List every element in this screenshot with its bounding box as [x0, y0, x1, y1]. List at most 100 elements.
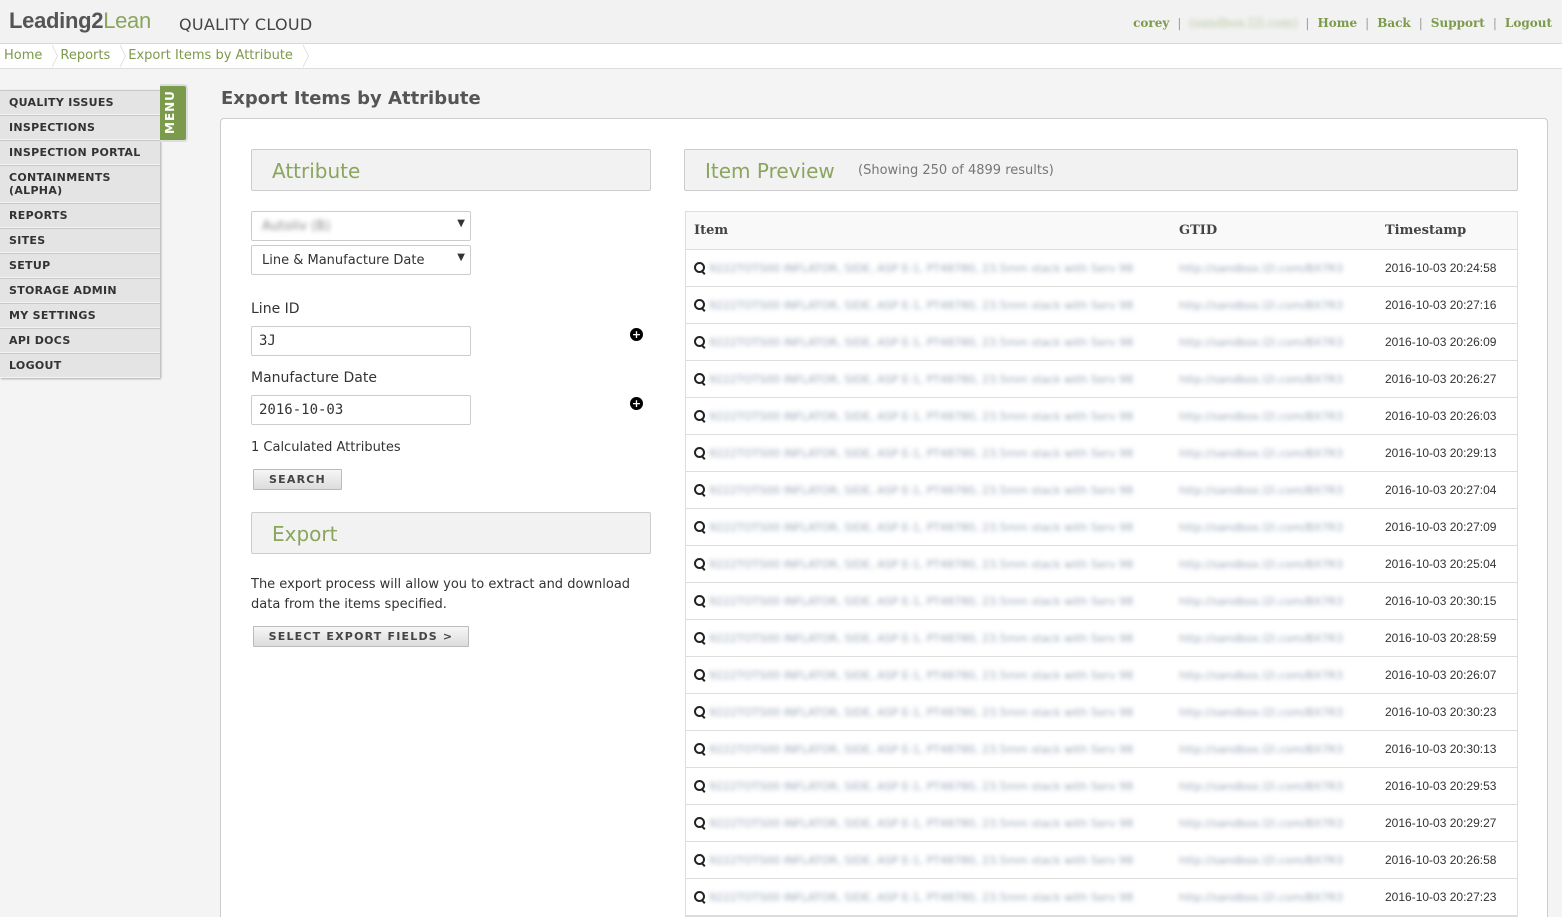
view-item-search-icon[interactable] — [694, 743, 706, 755]
support-link[interactable]: Support — [1431, 16, 1485, 30]
view-item-search-icon[interactable] — [694, 484, 706, 496]
gtid-link[interactable]: http://sandbox.l2l.com/BX7R3 — [1179, 632, 1343, 645]
gtid-link[interactable]: http://sandbox.l2l.com/BX7R3 — [1179, 336, 1343, 349]
gtid-link[interactable]: http://sandbox.l2l.com/BX7R3 — [1179, 854, 1343, 867]
timestamp-cell: 2016-10-03 20:25:04 — [1377, 545, 1517, 583]
manufacture-date-input[interactable]: 2016-10-03 — [251, 395, 471, 425]
table-row[interactable]: 9222TOTS00 INFLATOR, SIDE, ASP E-1, PT48… — [686, 323, 1517, 361]
view-item-search-icon[interactable] — [694, 336, 706, 348]
item-cell: 9222TOTS00 INFLATOR, SIDE, ASP E-1, PT48… — [686, 767, 1171, 805]
menu-item-logout[interactable]: LOGOUT — [0, 353, 160, 378]
table-row[interactable]: 9222TOTS00 INFLATOR, SIDE, ASP E-1, PT48… — [686, 434, 1517, 472]
menu-item-sites[interactable]: SITES — [0, 228, 160, 253]
item-description: 9222TOTS00 INFLATOR, SIDE, ASP E-1, PT48… — [709, 261, 1134, 275]
item-description: 9222TOTS00 INFLATOR, SIDE, ASP E-1, PT48… — [709, 742, 1134, 756]
breadcrumb-home[interactable]: Home — [0, 43, 59, 69]
table-row[interactable]: 9222TOTS00 INFLATOR, SIDE, ASP E-1, PT48… — [686, 360, 1517, 398]
view-item-search-icon[interactable] — [694, 521, 706, 533]
breadcrumb-reports[interactable]: Reports — [56, 43, 127, 69]
attribute-heading: Attribute — [272, 159, 361, 183]
view-item-search-icon[interactable] — [694, 854, 706, 866]
column-header-gtid[interactable]: GTID — [1171, 212, 1377, 250]
menu-item-storage-admin[interactable]: STORAGE ADMIN — [0, 278, 160, 303]
table-row[interactable]: 9222TOTS00 INFLATOR, SIDE, ASP E-1, PT48… — [686, 471, 1517, 509]
logout-link[interactable]: Logout — [1505, 16, 1552, 30]
table-row[interactable]: 9222TOTS00 INFLATOR, SIDE, ASP E-1, PT48… — [686, 804, 1517, 842]
menu-toggle-tab[interactable]: MENU — [160, 84, 188, 142]
timestamp-cell: 2016-10-03 20:26:58 — [1377, 841, 1517, 879]
dropdown-arrow-icon: ▼ — [457, 218, 465, 229]
menu-item-inspection-portal[interactable]: INSPECTION PORTAL — [0, 140, 160, 165]
table-row[interactable]: 9222TOTS00 INFLATOR, SIDE, ASP E-1, PT48… — [686, 619, 1517, 657]
table-row[interactable]: 9222TOTS00 INFLATOR, SIDE, ASP E-1, PT48… — [686, 582, 1517, 620]
gtid-link[interactable]: http://sandbox.l2l.com/BX7R3 — [1179, 521, 1343, 534]
gtid-link[interactable]: http://sandbox.l2l.com/BX7R3 — [1179, 262, 1343, 275]
item-description: 9222TOTS00 INFLATOR, SIDE, ASP E-1, PT48… — [709, 520, 1134, 534]
column-header-item[interactable]: Item — [686, 212, 1171, 250]
gtid-link[interactable]: http://sandbox.l2l.com/BX7R3 — [1179, 410, 1343, 423]
table-row[interactable]: 9222TOTS00 INFLATOR, SIDE, ASP E-1, PT48… — [686, 656, 1517, 694]
gtid-link[interactable]: http://sandbox.l2l.com/BX7R3 — [1179, 780, 1343, 793]
menu-item-my-settings[interactable]: MY SETTINGS — [0, 303, 160, 328]
view-item-search-icon[interactable] — [694, 891, 706, 903]
gtid-link[interactable]: http://sandbox.l2l.com/BX7R3 — [1179, 891, 1343, 904]
view-item-search-icon[interactable] — [694, 262, 706, 274]
view-item-search-icon[interactable] — [694, 558, 706, 570]
gtid-link[interactable]: http://sandbox.l2l.com/BX7R3 — [1179, 817, 1343, 830]
view-item-search-icon[interactable] — [694, 410, 706, 422]
table-row[interactable]: 9222TOTS00 INFLATOR, SIDE, ASP E-1, PT48… — [686, 249, 1517, 287]
table-row[interactable]: 9222TOTS00 INFLATOR, SIDE, ASP E-1, PT48… — [686, 841, 1517, 879]
menu-item-quality-issues[interactable]: QUALITY ISSUES — [0, 90, 160, 115]
menu-item-inspections[interactable]: INSPECTIONS — [0, 115, 160, 140]
gtid-link[interactable]: http://sandbox.l2l.com/BX7R3 — [1179, 595, 1343, 608]
view-item-search-icon[interactable] — [694, 706, 706, 718]
table-row[interactable]: 9222TOTS00 INFLATOR, SIDE, ASP E-1, PT48… — [686, 878, 1517, 916]
timestamp-cell: 2016-10-03 20:28:59 — [1377, 619, 1517, 657]
search-button[interactable]: SEARCH — [253, 469, 342, 490]
item-description: 9222TOTS00 INFLATOR, SIDE, ASP E-1, PT48… — [709, 705, 1134, 719]
attribute-type-select[interactable]: Line & Manufacture Date ▼ — [251, 245, 471, 275]
table-row[interactable]: 9222TOTS00 INFLATOR, SIDE, ASP E-1, PT48… — [686, 693, 1517, 731]
menu-item-api-docs[interactable]: API DOCS — [0, 328, 160, 353]
app-logo[interactable]: Leading2Lean — [9, 8, 151, 34]
add-manufacture-date-icon[interactable]: + — [630, 397, 643, 410]
table-row[interactable]: 9222TOTS00 INFLATOR, SIDE, ASP E-1, PT48… — [686, 286, 1517, 324]
view-item-search-icon[interactable] — [694, 595, 706, 607]
menu-item-reports[interactable]: REPORTS — [0, 203, 160, 228]
gtid-cell: http://sandbox.l2l.com/BX7R3 — [1171, 360, 1377, 398]
gtid-link[interactable]: http://sandbox.l2l.com/BX7R3 — [1179, 299, 1343, 312]
table-row[interactable]: 9222TOTS00 INFLATOR, SIDE, ASP E-1, PT48… — [686, 730, 1517, 768]
view-item-search-icon[interactable] — [694, 669, 706, 681]
gtid-link[interactable]: http://sandbox.l2l.com/BX7R3 — [1179, 447, 1343, 460]
view-item-search-icon[interactable] — [694, 299, 706, 311]
gtid-link[interactable]: http://sandbox.l2l.com/BX7R3 — [1179, 558, 1343, 571]
gtid-link[interactable]: http://sandbox.l2l.com/BX7R3 — [1179, 669, 1343, 682]
home-link[interactable]: Home — [1317, 16, 1357, 30]
gtid-link[interactable]: http://sandbox.l2l.com/BX7R3 — [1179, 484, 1343, 497]
select-export-fields-button[interactable]: SELECT EXPORT FIELDS > — [253, 626, 469, 647]
column-header-timestamp[interactable]: Timestamp — [1377, 212, 1517, 250]
view-item-search-icon[interactable] — [694, 632, 706, 644]
view-item-search-icon[interactable] — [694, 447, 706, 459]
timestamp-cell: 2016-10-03 20:26:03 — [1377, 397, 1517, 435]
back-link[interactable]: Back — [1377, 16, 1411, 30]
view-item-search-icon[interactable] — [694, 817, 706, 829]
user-link[interactable]: corey — [1133, 16, 1169, 30]
table-row[interactable]: 9222TOTS00 INFLATOR, SIDE, ASP E-1, PT48… — [686, 767, 1517, 805]
separator: | — [1305, 16, 1310, 30]
gtid-link[interactable]: http://sandbox.l2l.com/BX7R3 — [1179, 373, 1343, 386]
view-item-search-icon[interactable] — [694, 780, 706, 792]
menu-item-setup[interactable]: SETUP — [0, 253, 160, 278]
gtid-link[interactable]: http://sandbox.l2l.com/BX7R3 — [1179, 743, 1343, 756]
view-item-search-icon[interactable] — [694, 373, 706, 385]
table-row[interactable]: 9222TOTS00 INFLATOR, SIDE, ASP E-1, PT48… — [686, 397, 1517, 435]
breadcrumb-current[interactable]: Export Items by Attribute — [124, 43, 309, 69]
table-row[interactable]: 9222TOTS00 INFLATOR, SIDE, ASP E-1, PT48… — [686, 508, 1517, 546]
separator: | — [1492, 16, 1497, 30]
line-id-input[interactable]: 3J — [251, 326, 471, 356]
attribute-group-select[interactable]: Autoliv (B) ▼ — [251, 211, 471, 241]
gtid-link[interactable]: http://sandbox.l2l.com/BX7R3 — [1179, 706, 1343, 719]
add-line-id-icon[interactable]: + — [630, 328, 643, 341]
menu-item-containments[interactable]: CONTAINMENTS (ALPHA) — [0, 165, 160, 203]
table-row[interactable]: 9222TOTS00 INFLATOR, SIDE, ASP E-1, PT48… — [686, 545, 1517, 583]
